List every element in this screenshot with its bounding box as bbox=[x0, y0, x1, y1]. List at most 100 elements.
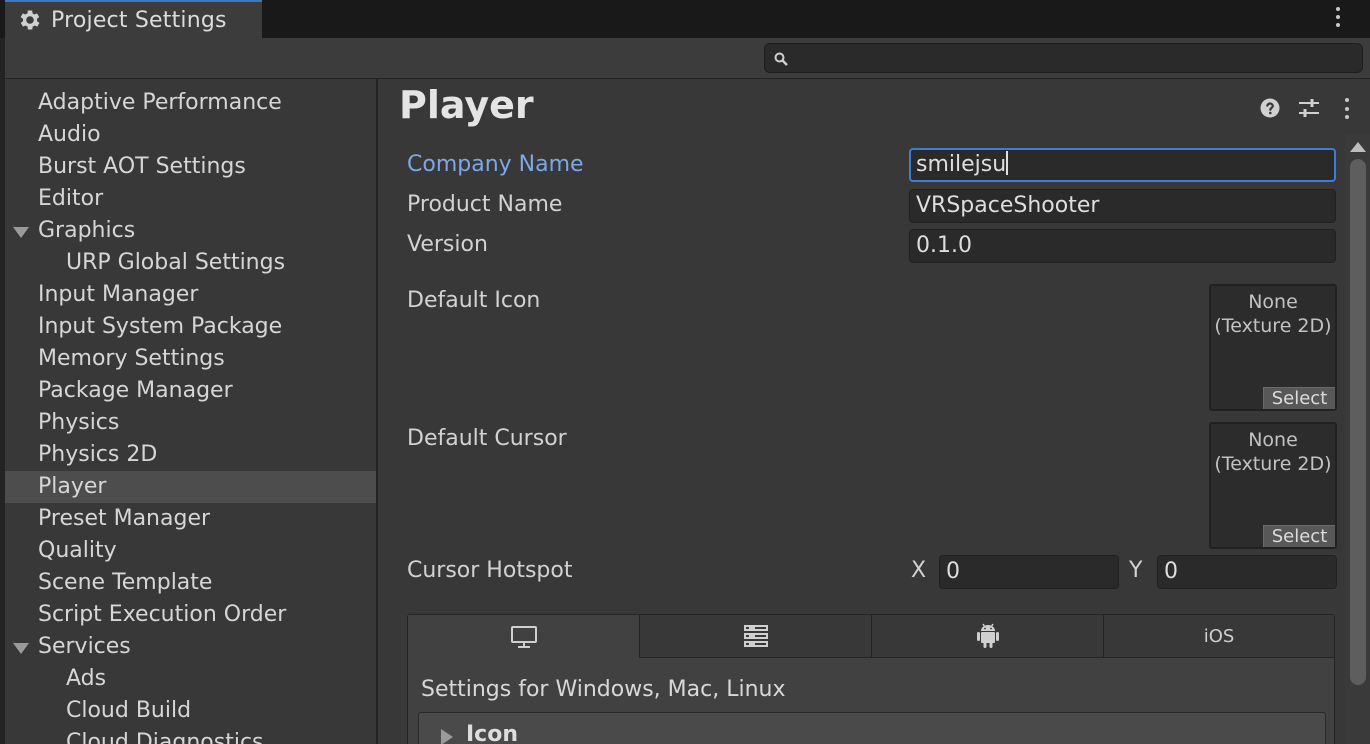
dedicated-server-icon bbox=[743, 625, 768, 647]
collapse-arrow-icon bbox=[441, 729, 453, 744]
hotspot-x-label: X bbox=[911, 558, 927, 583]
sidebar-item-player[interactable]: Player bbox=[5, 471, 376, 503]
sidebar-item-script-execution-order[interactable]: Script Execution Order bbox=[5, 599, 376, 631]
sidebar-item-label: Player bbox=[38, 474, 107, 499]
sidebar-item-audio[interactable]: Audio bbox=[5, 119, 376, 151]
product-name-label: Product Name bbox=[407, 192, 563, 217]
hotspot-y-label: Y bbox=[1129, 558, 1143, 583]
version-field[interactable]: 0.1.0 bbox=[909, 229, 1336, 263]
expand-arrow-icon[interactable] bbox=[13, 227, 29, 238]
sidebar-item-label: URP Global Settings bbox=[66, 250, 286, 275]
sidebar-item-label: Physics bbox=[38, 410, 120, 435]
sidebar-item-input-manager[interactable]: Input Manager bbox=[5, 279, 376, 311]
none-text: None bbox=[1248, 291, 1298, 313]
page-title: Player bbox=[399, 83, 534, 127]
sidebar-item-label: Editor bbox=[38, 186, 104, 211]
select-button[interactable]: Select bbox=[1263, 387, 1335, 409]
default-cursor-label: Default Cursor bbox=[407, 426, 567, 451]
tab-dedicated-server[interactable] bbox=[640, 615, 872, 658]
sidebar-item-ads[interactable]: Ads bbox=[5, 663, 376, 695]
window-menu-icon[interactable] bbox=[1335, 7, 1341, 27]
sidebar-item-label: Script Execution Order bbox=[38, 602, 287, 627]
sidebar-item-label: Memory Settings bbox=[38, 346, 225, 371]
scrollbar-thumb[interactable] bbox=[1350, 159, 1366, 685]
hotspot-y-field[interactable]: 0 bbox=[1157, 555, 1337, 589]
hotspot-x-field[interactable]: 0 bbox=[939, 555, 1119, 589]
texture-type-text: (Texture 2D) bbox=[1214, 453, 1332, 475]
help-icon[interactable] bbox=[1260, 98, 1280, 118]
expand-arrow-icon[interactable] bbox=[13, 643, 29, 654]
sidebar-item-graphics[interactable]: Graphics bbox=[5, 215, 376, 247]
default-icon-label: Default Icon bbox=[407, 288, 541, 313]
sidebar-item-scene-template[interactable]: Scene Template bbox=[5, 567, 376, 599]
default-icon-object-field[interactable]: None (Texture 2D) Select bbox=[1209, 284, 1337, 411]
company-name-field[interactable]: smilejsu bbox=[909, 148, 1336, 182]
sidebar-item-input-system-package[interactable]: Input System Package bbox=[5, 311, 376, 343]
company-name-value: smilejsu bbox=[916, 152, 1007, 177]
search-box[interactable] bbox=[764, 43, 1363, 73]
sidebar-item-label: Services bbox=[38, 634, 131, 659]
settings-for-heading: Settings for Windows, Mac, Linux bbox=[421, 677, 786, 702]
sidebar-item-label: Input System Package bbox=[38, 314, 283, 339]
sidebar-item-label: Audio bbox=[38, 122, 101, 147]
sidebar-item-burst-aot-settings[interactable]: Burst AOT Settings bbox=[5, 151, 376, 183]
sidebar-item-cloud-build[interactable]: Cloud Build bbox=[5, 695, 376, 727]
sidebar-item-urp-global-settings[interactable]: URP Global Settings bbox=[5, 247, 376, 279]
sidebar-item-memory-settings[interactable]: Memory Settings bbox=[5, 343, 376, 375]
product-name-field[interactable]: VRSpaceShooter bbox=[909, 189, 1336, 223]
project-settings-tab[interactable]: Project Settings bbox=[5, 0, 262, 38]
icon-section-label: Icon bbox=[466, 722, 519, 744]
platform-settings-box: iOS Settings for Windows, Mac, Linux Ico… bbox=[407, 614, 1335, 744]
text-caret bbox=[1006, 151, 1009, 175]
gear-icon bbox=[20, 10, 40, 30]
ios-tab-label: iOS bbox=[1203, 625, 1235, 647]
player-settings-panel: Player Company Name smilejsu Product Nam… bbox=[380, 79, 1370, 744]
sidebar-item-quality[interactable]: Quality bbox=[5, 535, 376, 567]
sidebar-item-cloud-diagnostics[interactable]: Cloud Diagnostics bbox=[5, 727, 376, 744]
select-button[interactable]: Select bbox=[1263, 525, 1335, 547]
sidebar-item-label: Cloud Build bbox=[66, 698, 192, 723]
sidebar-item-label: Burst AOT Settings bbox=[38, 154, 246, 179]
preset-sliders-icon[interactable] bbox=[1298, 98, 1320, 118]
object-field-value: None (Texture 2D) bbox=[1211, 428, 1335, 476]
sidebar-item-physics[interactable]: Physics bbox=[5, 407, 376, 439]
sidebar-item-package-manager[interactable]: Package Manager bbox=[5, 375, 376, 407]
sidebar-item-adaptive-performance[interactable]: Adaptive Performance bbox=[5, 87, 376, 119]
sidebar-item-preset-manager[interactable]: Preset Manager bbox=[5, 503, 376, 535]
cursor-hotspot-label: Cursor Hotspot bbox=[407, 558, 573, 583]
search-icon bbox=[774, 52, 788, 66]
window-tab-bar: Project Settings bbox=[0, 0, 1370, 38]
company-name-label: Company Name bbox=[407, 152, 584, 177]
tab-title: Project Settings bbox=[51, 7, 227, 33]
sidebar-item-label: Adaptive Performance bbox=[38, 90, 282, 115]
sidebar-item-label: Input Manager bbox=[38, 282, 199, 307]
sidebar-item-label: Preset Manager bbox=[38, 506, 211, 531]
sidebar-item-label: Scene Template bbox=[38, 570, 213, 595]
default-cursor-object-field[interactable]: None (Texture 2D) Select bbox=[1209, 422, 1337, 549]
vertical-scrollbar[interactable] bbox=[1345, 134, 1370, 744]
sidebar-item-label: Quality bbox=[38, 538, 117, 563]
sidebar-item-label: Ads bbox=[66, 666, 107, 691]
sidebar-item-label: Cloud Diagnostics bbox=[66, 730, 264, 744]
android-icon bbox=[976, 623, 999, 648]
version-label: Version bbox=[407, 232, 488, 257]
object-field-value: None (Texture 2D) bbox=[1211, 290, 1335, 338]
sidebar-item-services[interactable]: Services bbox=[5, 631, 376, 663]
sidebar-item-label: Package Manager bbox=[38, 378, 233, 403]
panel-menu-icon[interactable] bbox=[1344, 98, 1350, 119]
sidebar-item-physics-2d[interactable]: Physics 2D bbox=[5, 439, 376, 471]
monitor-icon bbox=[510, 625, 537, 648]
scroll-up-arrow-icon[interactable] bbox=[1350, 142, 1366, 152]
settings-sidebar: Adaptive Performance Audio Burst AOT Set… bbox=[5, 79, 378, 744]
none-text: None bbox=[1248, 429, 1298, 451]
tab-android[interactable] bbox=[872, 615, 1104, 658]
tab-standalone[interactable] bbox=[408, 615, 640, 658]
texture-type-text: (Texture 2D) bbox=[1214, 315, 1332, 337]
search-input[interactable] bbox=[795, 46, 1355, 70]
sidebar-item-label: Graphics bbox=[38, 218, 136, 243]
search-toolbar bbox=[5, 38, 1370, 79]
sidebar-item-editor[interactable]: Editor bbox=[5, 183, 376, 215]
sidebar-item-label: Physics 2D bbox=[38, 442, 158, 467]
tab-ios[interactable]: iOS bbox=[1104, 615, 1334, 658]
icon-section-header[interactable]: Icon bbox=[418, 712, 1326, 744]
